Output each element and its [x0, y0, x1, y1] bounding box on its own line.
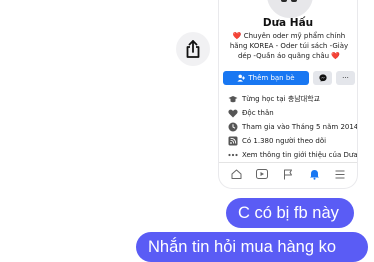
share-icon	[186, 40, 200, 58]
detail-joined: Tham gia vào Tháng 5 năm 2014	[227, 120, 358, 134]
video-icon[interactable]	[255, 168, 269, 180]
profile-actions: Thêm bạn bè ···	[223, 71, 355, 85]
menu-icon[interactable]	[333, 168, 347, 180]
home-icon[interactable]	[229, 168, 243, 180]
more-button[interactable]: ···	[336, 71, 355, 85]
rss-icon	[227, 136, 238, 147]
facebook-tabbar	[223, 166, 353, 182]
profile-bio: ❤️ Chuyên oder mỹ phẩm chính hãng KOREA …	[229, 32, 349, 60]
flag-icon[interactable]	[281, 168, 295, 180]
message-bubble[interactable]: C có bị fb này	[226, 198, 354, 228]
message-bubble[interactable]: Nhắn tin hỏi mua hàng ko	[136, 232, 368, 262]
add-friend-icon	[237, 74, 246, 82]
detail-text: Xem thông tin giới thiệu của Dưa	[242, 151, 358, 159]
messenger-icon	[318, 74, 327, 82]
clock-icon	[227, 122, 238, 133]
notifications-icon[interactable]	[307, 168, 321, 180]
ellipsis-icon	[227, 150, 238, 161]
detail-text: Độc thân	[242, 109, 274, 117]
tabbar-divider	[219, 162, 357, 163]
graduation-cap-icon	[227, 94, 238, 105]
profile-details: Từng học tại 충남대학교 Độc thân Tham gia vào…	[227, 92, 358, 162]
detail-text: Từng học tại 충남대학교	[242, 95, 321, 103]
heart-icon	[227, 108, 238, 119]
detail-education: Từng học tại 충남대학교	[227, 92, 355, 106]
detail-text: Có 1.380 người theo dõi	[242, 137, 327, 145]
detail-see-about[interactable]: Xem thông tin giới thiệu của Dưa	[227, 148, 358, 162]
detail-followers: Có 1.380 người theo dõi	[227, 134, 355, 148]
detail-relationship: Độc thân	[227, 106, 355, 120]
share-button[interactable]	[176, 32, 210, 66]
add-friend-button[interactable]: Thêm bạn bè	[223, 71, 309, 85]
add-friend-label: Thêm bạn bè	[248, 74, 295, 82]
messenger-button[interactable]	[313, 71, 332, 85]
profile-name: Dưa Hấu	[262, 17, 314, 29]
detail-text: Tham gia vào Tháng 5 năm 2014	[242, 123, 358, 131]
shared-profile-card[interactable]: Dưa Hấu ❤️ Chuyên oder mỹ phẩm chính hãn…	[218, 0, 358, 189]
